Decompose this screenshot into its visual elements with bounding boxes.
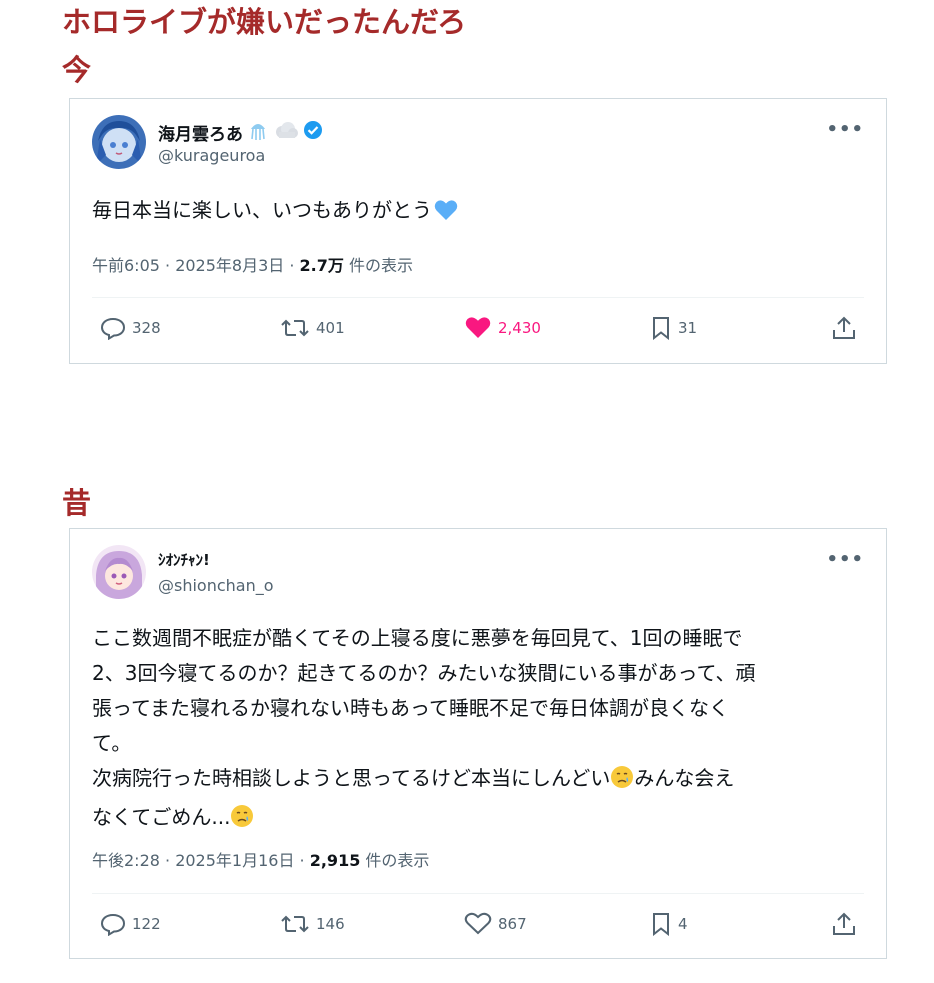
- retweet-count: 146: [316, 915, 345, 933]
- name-row: 海月雲ろあ: [158, 119, 323, 145]
- display-name[interactable]: 海月雲ろあ: [158, 120, 243, 145]
- view-label: 件の表示: [360, 851, 430, 870]
- divider: [92, 893, 864, 894]
- tweet-text: 毎日本当に楽しい、いつもありがとう: [92, 193, 864, 231]
- share-button[interactable]: [831, 316, 857, 340]
- action-bar: 328 401 2,430 31: [92, 316, 864, 350]
- retweet-icon: [281, 319, 309, 337]
- more-icon[interactable]: •••: [826, 549, 864, 570]
- tweet-card-now[interactable]: 海月雲ろあ @kurageuroa ••• 毎日本当に楽しい、いつもありがとう …: [69, 98, 887, 364]
- tweet-time[interactable]: 午前6:05 · 2025年8月3日 ·: [92, 256, 300, 275]
- retweet-button[interactable]: 146: [280, 912, 345, 936]
- share-button[interactable]: [831, 912, 857, 936]
- handle[interactable]: @shionchan_o: [158, 576, 274, 595]
- tweet-meta: 午後2:28 · 2025年1月16日 · 2,915 件の表示: [92, 847, 429, 871]
- reply-icon: [100, 317, 126, 340]
- cloud-emoji-icon: [273, 119, 299, 145]
- like-button[interactable]: 2,430: [464, 316, 541, 340]
- reply-button[interactable]: 122: [100, 912, 161, 936]
- bookmark-icon: [653, 317, 669, 340]
- crying-face-emoji-icon: [230, 804, 254, 839]
- tweet-header: ｼｵﾝﾁｬﾝ! @shionchan_o •••: [92, 543, 864, 601]
- retweet-count: 401: [316, 319, 345, 337]
- like-count: 867: [498, 915, 527, 933]
- jellyfish-emoji-icon: [247, 119, 269, 145]
- tweet-header: 海月雲ろあ @kurageuroa •••: [92, 113, 864, 171]
- share-icon: [833, 316, 855, 339]
- tweet-card-past[interactable]: ｼｵﾝﾁｬﾝ! @shionchan_o ••• ここ数週間不眠症が酷くてその上…: [69, 528, 887, 959]
- headline-past: 昔: [62, 486, 92, 520]
- bookmark-button[interactable]: 31: [650, 316, 697, 340]
- blue-heart-emoji-icon: [434, 197, 458, 231]
- verified-icon: [303, 120, 323, 144]
- tweet-time[interactable]: 午後2:28 · 2025年1月16日 ·: [92, 851, 310, 870]
- more-icon[interactable]: •••: [826, 119, 864, 140]
- retweet-icon: [281, 915, 309, 933]
- handle[interactable]: @kurageuroa: [158, 146, 265, 165]
- tweet-text-content: 毎日本当に楽しい、いつもありがとう: [92, 198, 432, 222]
- bookmark-button[interactable]: 4: [650, 912, 688, 936]
- like-icon: [464, 912, 492, 935]
- tweet-text: ここ数週間不眠症が酷くてその上寝る度に悪夢を毎回見て、1回の睡眠で 2、3回今寝…: [92, 621, 864, 839]
- crying-face-emoji-icon: [610, 765, 634, 800]
- bookmark-count: 4: [678, 915, 688, 933]
- like-icon: [465, 317, 491, 338]
- headline-title: ホロライブが嫌いだったんだろ: [62, 5, 467, 39]
- name-row: ｼｵﾝﾁｬﾝ!: [158, 549, 210, 570]
- avatar[interactable]: [92, 115, 146, 169]
- avatar[interactable]: [92, 545, 146, 599]
- bookmark-count: 31: [678, 319, 698, 337]
- retweet-button[interactable]: 401: [280, 316, 345, 340]
- view-count: 2,915: [309, 851, 361, 870]
- reply-icon: [100, 913, 126, 936]
- action-bar: 122 146 867 4: [92, 912, 864, 946]
- like-count: 2,430: [498, 319, 541, 337]
- share-icon: [833, 912, 855, 935]
- tweet-meta: 午前6:05 · 2025年8月3日 · 2.7万 件の表示: [92, 252, 413, 276]
- display-name[interactable]: ｼｵﾝﾁｬﾝ!: [158, 549, 210, 570]
- bookmark-icon: [653, 913, 669, 936]
- headline-now: 今: [62, 53, 92, 87]
- reply-button[interactable]: 328: [100, 316, 161, 340]
- reply-count: 328: [132, 319, 161, 337]
- like-button[interactable]: 867: [464, 912, 527, 936]
- view-label: 件の表示: [343, 256, 413, 275]
- view-count: 2.7万: [299, 256, 344, 275]
- divider: [92, 297, 864, 298]
- reply-count: 122: [132, 915, 161, 933]
